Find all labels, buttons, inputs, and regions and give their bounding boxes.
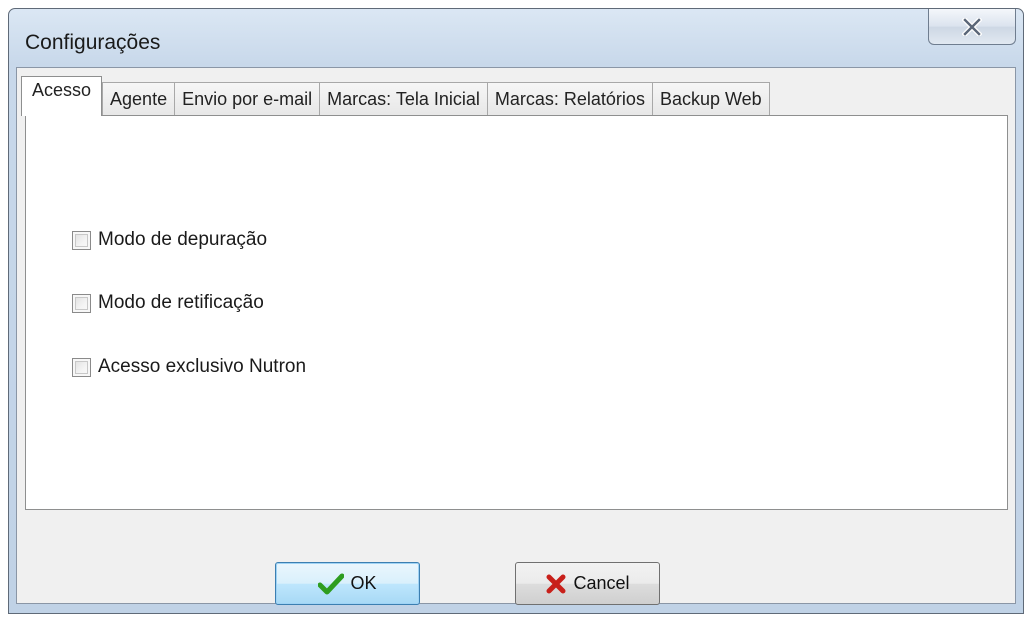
- tab-label: Envio por e-mail: [182, 89, 313, 109]
- tab-strip: Acesso Agente Envio por e-mail Marcas: T…: [21, 76, 770, 116]
- acesso-exclusivo-checkbox[interactable]: [72, 357, 91, 377]
- tab-panel-acesso: Modo de depuração Modo de retificação Ac…: [25, 115, 1008, 510]
- option-modo-depuracao[interactable]: Modo de depuração: [72, 229, 267, 251]
- dialog-client-area: Acesso Agente Envio por e-mail Marcas: T…: [16, 67, 1016, 605]
- modo-retificacao-checkbox[interactable]: [72, 293, 91, 313]
- tab-acesso[interactable]: Acesso: [21, 76, 103, 116]
- close-icon: [962, 17, 982, 36]
- tab-label: Agente: [110, 89, 168, 109]
- modo-depuracao-label[interactable]: Modo de depuração: [98, 229, 267, 251]
- tab-envio-por-email[interactable]: Envio por e-mail: [174, 82, 321, 116]
- cancel-button[interactable]: Cancel: [515, 562, 660, 605]
- close-button[interactable]: [928, 9, 1016, 45]
- ok-button[interactable]: OK: [275, 562, 420, 605]
- modo-depuracao-checkbox[interactable]: [72, 230, 91, 250]
- ok-button-label: OK: [350, 573, 377, 593]
- check-icon: [318, 573, 345, 595]
- tab-marcas-tela-inicial[interactable]: Marcas: Tela Inicial: [319, 82, 488, 116]
- acesso-exclusivo-label[interactable]: Acesso exclusivo Nutron: [98, 356, 306, 378]
- tab-agente[interactable]: Agente: [102, 82, 176, 116]
- tab-marcas-relatorios[interactable]: Marcas: Relatórios: [486, 82, 653, 116]
- title-bar[interactable]: Configurações: [9, 9, 1023, 67]
- tab-label: Backup Web: [659, 89, 762, 109]
- cancel-button-label: Cancel: [573, 573, 630, 593]
- tab-label: Marcas: Relatórios: [494, 89, 645, 109]
- tab-backup-web[interactable]: Backup Web: [651, 82, 770, 116]
- settings-dialog: Configurações Acesso Agente Envio por e-…: [8, 8, 1024, 614]
- option-acesso-exclusivo[interactable]: Acesso exclusivo Nutron: [72, 356, 306, 378]
- tab-label: Acesso: [32, 80, 92, 100]
- option-modo-retificacao[interactable]: Modo de retificação: [72, 292, 264, 314]
- modo-retificacao-label[interactable]: Modo de retificação: [98, 292, 264, 314]
- x-icon: [545, 573, 567, 595]
- tab-label: Marcas: Tela Inicial: [327, 89, 480, 109]
- window-title: Configurações: [25, 31, 161, 54]
